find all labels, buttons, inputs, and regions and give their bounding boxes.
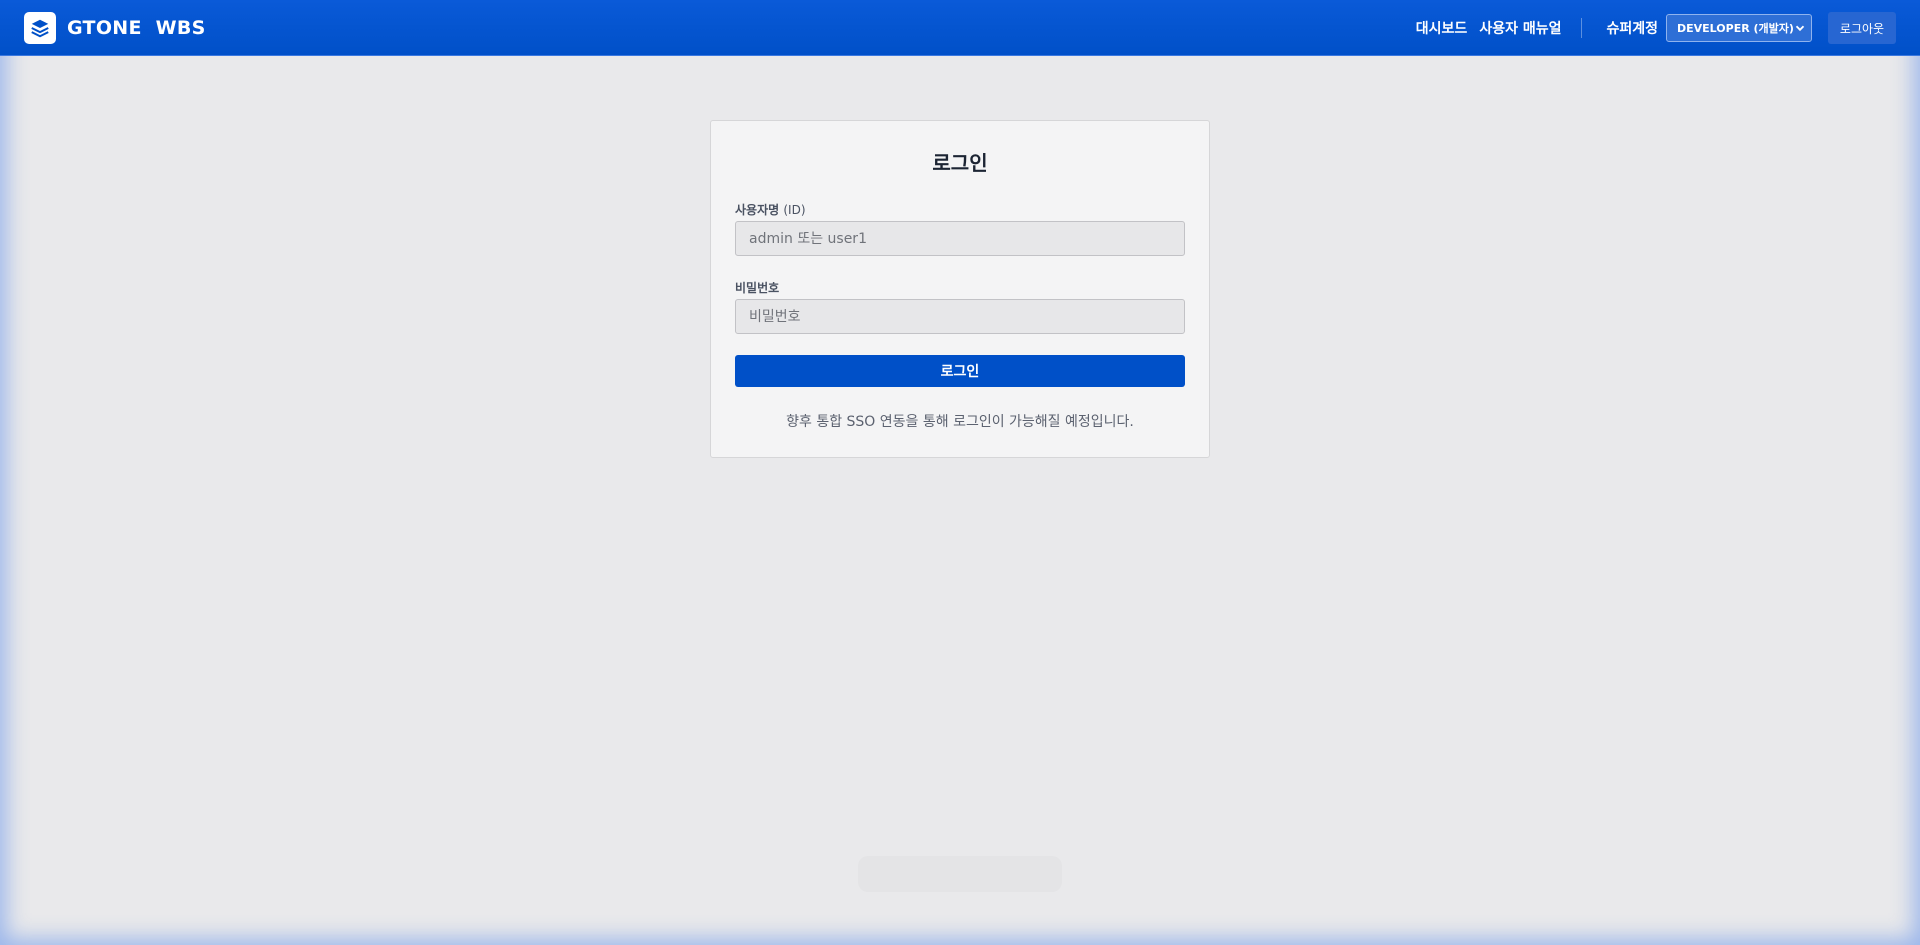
username-label: 사용자명 (ID) <box>735 201 806 218</box>
nav-link-user-manual[interactable]: 사용자 매뉴얼 <box>1479 18 1561 38</box>
brand-name: GTONE WBS <box>67 17 206 39</box>
account-label: 슈퍼계정 <box>1606 21 1658 37</box>
role-select[interactable]: DEVELOPER (개발자) <box>1666 14 1812 42</box>
faded-toast-placeholder <box>858 856 1062 892</box>
logout-button[interactable]: 로그아웃 <box>1828 12 1896 44</box>
username-label-sub: (ID) <box>783 203 806 217</box>
header-nav: 대시보드 사용자 매뉴얼 슈퍼계정 DEVELOPER (개발자) 로그아웃 <box>1416 0 1920 56</box>
password-input[interactable] <box>735 299 1185 334</box>
username-label-text: 사용자명 <box>735 203 780 217</box>
brand[interactable]: GTONE WBS <box>24 12 206 44</box>
login-submit-button[interactable]: 로그인 <box>735 355 1185 387</box>
chevron-down-icon <box>1795 25 1805 32</box>
role-select-value: DEVELOPER (개발자) <box>1677 22 1794 35</box>
layers-logo-icon <box>24 12 56 44</box>
login-title: 로그인 <box>932 151 988 175</box>
username-input[interactable] <box>735 221 1185 256</box>
sso-note: 향후 통합 SSO 연동을 통해 로그인이 가능해질 예정입니다. <box>786 414 1134 430</box>
login-card: 로그인 사용자명 (ID) 비밀번호 로그인 향후 통합 SSO 연동을 통해 … <box>710 120 1210 458</box>
nav-divider <box>1581 18 1583 38</box>
nav-link-dashboard[interactable]: 대시보드 <box>1416 18 1468 38</box>
password-label: 비밀번호 <box>735 281 780 295</box>
top-navbar: GTONE WBS 대시보드 사용자 매뉴얼 슈퍼계정 DEVELOPER (개… <box>0 0 1920 56</box>
